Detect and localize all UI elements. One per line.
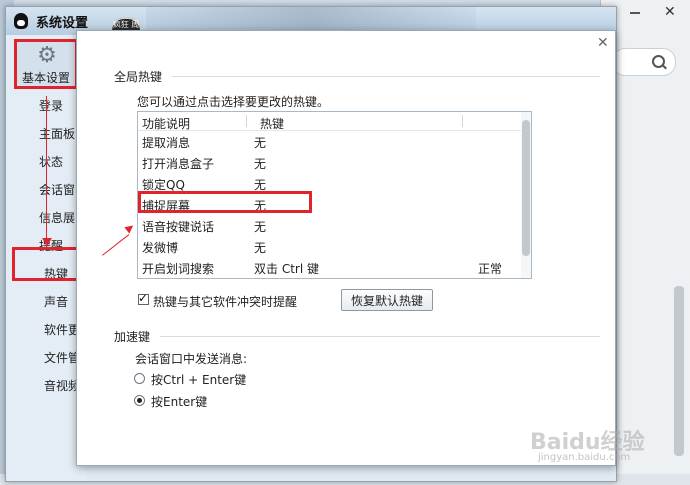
row-function: 打开消息盒子 (142, 157, 215, 171)
column-separator (246, 115, 247, 127)
radio-ctrl-enter-label[interactable]: 按Ctrl + Enter键 (151, 371, 246, 388)
nav-item-chat-window[interactable]: 会话窗 (39, 181, 79, 198)
section-divider (160, 336, 600, 337)
send-message-label: 会话窗口中发送消息: (135, 352, 248, 366)
column-header-hotkey[interactable]: 热键 (260, 115, 284, 132)
row-hotkey: 无 (254, 241, 267, 255)
radio-selected-dot (137, 398, 142, 403)
row-hotkey: 无 (254, 220, 267, 234)
table-row[interactable]: 打开消息盒子 无 (138, 152, 521, 173)
annotation-arrow-head (42, 238, 52, 246)
background-close-icon[interactable]: ✕ (664, 4, 676, 20)
close-icon[interactable]: ✕ (597, 35, 609, 51)
row-function: 发微博 (142, 241, 179, 255)
radio-enter[interactable] (134, 395, 145, 406)
window-title: 系统设置 (36, 16, 89, 31)
column-separator (462, 115, 463, 127)
watermark-url: jingyan.baidu.com (538, 452, 631, 463)
table-row[interactable]: 发微博 无 (138, 236, 521, 257)
table-scrollbar-thumb[interactable] (522, 120, 530, 256)
table-header: 功能说明 热键 (138, 112, 521, 131)
conflict-reminder-checkbox[interactable]: ✓ (138, 291, 149, 305)
nav-item-info-display[interactable]: 信息展 (39, 209, 79, 226)
qq-logo-icon (14, 13, 28, 29)
table-row[interactable]: 提取消息 无 (138, 131, 521, 152)
radio-ctrl-enter[interactable] (134, 373, 145, 384)
screen-capture-highlight-box (138, 191, 312, 213)
row-hotkey: 双击 Ctrl 键 (254, 262, 319, 276)
nav-item-main-panel[interactable]: 主面板 (39, 125, 79, 142)
nav-basic-settings[interactable]: ⚙ 基本设置 (14, 39, 78, 89)
row-function: 开启划词搜索 (142, 262, 215, 276)
table-row[interactable]: 开启划词搜索 双击 Ctrl 键 正常 (138, 257, 521, 278)
nav-hotkey-highlight-box (12, 247, 80, 281)
radio-enter-label[interactable]: 按Enter键 (151, 393, 207, 410)
row-function: 语音按键说话 (142, 220, 215, 234)
global-hotkey-section-title: 全局热键 (114, 70, 163, 84)
conflict-reminder-label[interactable]: 热键与其它软件冲突时提醒 (153, 293, 297, 310)
search-icon[interactable] (652, 55, 665, 68)
nav-basic-settings-label: 基本设置 (21, 71, 70, 85)
row-hotkey: 无 (254, 136, 267, 150)
background-search-box[interactable] (612, 48, 676, 76)
table-scrollbar[interactable] (521, 112, 531, 278)
table-row[interactable]: 语音按键说话 无 (138, 215, 521, 236)
annotation-arrow (46, 96, 47, 242)
column-header-function[interactable]: 功能说明 (142, 115, 190, 132)
background-minimize-icon[interactable] (630, 12, 640, 14)
nav-item-login[interactable]: 登录 (39, 97, 79, 114)
check-icon: ✓ (138, 291, 149, 305)
accelerator-section-title: 加速键 (114, 330, 151, 344)
gear-icon: ⚙ (37, 43, 57, 68)
restore-default-hotkeys-button[interactable]: 恢复默认热键 (341, 289, 433, 311)
baidu-watermark: Baidu经验 jingyan.baidu.com (530, 424, 680, 474)
row-status: 正常 (478, 262, 503, 276)
row-hotkey: 无 (254, 157, 267, 171)
row-function: 提取消息 (142, 136, 191, 150)
section-divider (172, 76, 600, 77)
hotkey-description: 您可以通过点击选择要更改的热键。 (137, 95, 330, 109)
nav-item-status[interactable]: 状态 (39, 153, 79, 170)
